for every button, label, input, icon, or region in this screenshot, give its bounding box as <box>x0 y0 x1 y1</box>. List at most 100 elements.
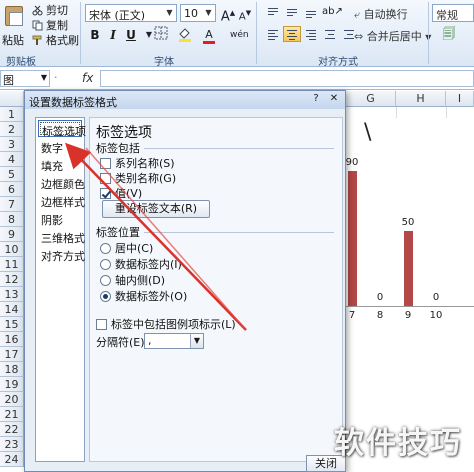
row-header-1[interactable]: 1 <box>0 107 24 122</box>
legend-key-checkbox[interactable]: 标签中包括图例项标示(L) <box>96 316 236 332</box>
nav-3d-format[interactable]: 三维格式 <box>38 228 85 245</box>
chart-data-label[interactable]: 0 <box>421 292 451 303</box>
paste-button[interactable]: 粘贴 <box>2 4 26 48</box>
nav-number[interactable]: 数字 <box>38 138 82 155</box>
chevron-down-icon: ▼ <box>190 334 203 348</box>
align-top-button[interactable] <box>264 4 282 20</box>
row-header-3[interactable]: 3 <box>0 137 24 152</box>
cut-button[interactable]: 剪切 <box>32 2 68 18</box>
column-header-g[interactable]: G <box>346 91 396 107</box>
currency-icon: 🗐 <box>442 27 456 42</box>
orientation-button[interactable]: ab↗ <box>321 4 343 20</box>
position-inside-end-radio[interactable]: 数据标签内(I) <box>100 256 182 272</box>
paint-bucket-icon <box>179 28 191 42</box>
row-header-18[interactable]: 18 <box>0 362 24 377</box>
reset-label-text-button[interactable]: 重设标签文本(R) <box>102 200 210 218</box>
merge-center-button[interactable]: ⇔ 合并后居中 ▼ <box>354 28 431 44</box>
underline-button[interactable]: U <box>122 26 140 44</box>
column-header-h[interactable]: H <box>396 91 446 107</box>
row-header-12[interactable]: 12 <box>0 272 24 287</box>
decrease-indent-button[interactable] <box>321 26 339 42</box>
chart-bar[interactable] <box>348 171 357 306</box>
row-header-15[interactable]: 15 <box>0 317 24 332</box>
row-header-6[interactable]: 6 <box>0 182 24 197</box>
nav-label-options[interactable]: 标签选项 <box>38 120 86 138</box>
dialog-titlebar[interactable]: 设置数据标签格式 ? ✕ <box>25 91 345 109</box>
align-right-button[interactable] <box>302 26 320 42</box>
chart-data-label[interactable]: 50 <box>393 217 423 228</box>
row-header-21[interactable]: 21 <box>0 407 24 422</box>
italic-button[interactable]: I <box>104 26 122 44</box>
row-header-4[interactable]: 4 <box>0 152 24 167</box>
align-middle-button[interactable] <box>283 4 301 20</box>
font-group-label: 字体 <box>154 57 174 68</box>
value-checkbox[interactable]: 值(V) <box>100 185 142 201</box>
alignment-group-label: 对齐方式 <box>318 57 358 68</box>
row-header-11[interactable]: 11 <box>0 257 24 272</box>
row-header-22[interactable]: 22 <box>0 422 24 437</box>
row-header-17[interactable]: 17 <box>0 347 24 362</box>
row-header-14[interactable]: 14 <box>0 302 24 317</box>
clipboard-group-label: 剪贴板 <box>6 57 36 68</box>
format-painter-button[interactable]: 格式刷 <box>32 32 79 48</box>
bold-button[interactable]: B <box>86 26 104 44</box>
row-header-5[interactable]: 5 <box>0 167 24 182</box>
borders-button[interactable] <box>152 26 170 44</box>
font-name-box[interactable]: 宋体 (正文) ▼ <box>85 4 177 22</box>
separator-row: 分隔符(E) <box>96 336 145 349</box>
chevron-down-icon: ▼ <box>205 8 212 17</box>
row-header-8[interactable]: 8 <box>0 212 24 227</box>
copy-button[interactable]: 复制 <box>32 17 68 33</box>
align-bottom-button[interactable] <box>302 4 320 20</box>
chart-data-label[interactable]: 0 <box>365 292 395 303</box>
phonetic-button[interactable]: wén <box>230 26 249 44</box>
currency-button[interactable]: 🗐 <box>440 26 458 44</box>
nav-border-color[interactable]: 边框颜色 <box>38 174 85 191</box>
grow-font-button[interactable]: A▲ <box>219 4 237 24</box>
position-inside-base-radio[interactable]: 轴内侧(D) <box>100 272 165 288</box>
font-size-box[interactable]: 10 ▼ <box>180 4 216 22</box>
column-header-i[interactable]: I <box>446 91 474 107</box>
help-icon[interactable]: ? <box>309 93 323 106</box>
number-format-box[interactable]: 常规 <box>432 4 474 22</box>
close-icon[interactable]: ✕ <box>327 93 341 106</box>
formula-input[interactable] <box>100 70 474 87</box>
fill-color-button[interactable] <box>176 26 194 44</box>
label-contains-section: 标签包括 <box>96 140 334 156</box>
name-box[interactable]: 图 ▼ <box>0 70 50 87</box>
font-color-button[interactable]: A <box>200 26 218 44</box>
name-box-value: 图 <box>3 74 14 87</box>
row-header-16[interactable]: 16 <box>0 332 24 347</box>
row-header-10[interactable]: 10 <box>0 242 24 257</box>
separator-select[interactable]: , ▼ <box>144 333 204 349</box>
nav-shadow[interactable]: 阴影 <box>38 210 82 227</box>
row-header-24[interactable]: 24 <box>0 452 24 467</box>
select-all-corner[interactable] <box>0 91 24 107</box>
row-header-9[interactable]: 9 <box>0 227 24 242</box>
radio <box>100 258 111 270</box>
fx-icon[interactable]: fx <box>82 71 93 85</box>
position-outside-end-radio[interactable]: 数据标签外(O) <box>100 288 187 304</box>
shrink-font-button[interactable]: A▼ <box>236 4 254 22</box>
row-header-19[interactable]: 19 <box>0 377 24 392</box>
align-left-button[interactable] <box>264 26 282 42</box>
row-header-20[interactable]: 20 <box>0 392 24 407</box>
row-header-7[interactable]: 7 <box>0 197 24 212</box>
chart-bar[interactable] <box>404 231 413 306</box>
brush-icon <box>32 35 42 45</box>
nav-fill[interactable]: 填充 <box>38 156 82 173</box>
row-header-13[interactable]: 13 <box>0 287 24 302</box>
position-center-radio[interactable]: 居中(C) <box>100 240 153 256</box>
checkbox <box>100 172 111 184</box>
ribbon: 粘贴 剪切 复制 格式刷 剪贴板 宋体 (正文) ▼ 10 ▼ A▲ A▼ B … <box>0 0 474 68</box>
series-name-checkbox[interactable]: 系列名称(S) <box>100 155 175 171</box>
nav-alignment[interactable]: 对齐方式 <box>38 246 85 263</box>
wrap-text-button[interactable]: ⤶ 自动换行 <box>354 6 408 22</box>
row-header-23[interactable]: 23 <box>0 437 24 452</box>
category-name-checkbox[interactable]: 类别名称(G) <box>100 170 176 186</box>
align-center-button[interactable] <box>283 26 301 42</box>
chart-x-tick-label: 9 <box>404 310 412 321</box>
row-header-2[interactable]: 2 <box>0 122 24 137</box>
nav-border-style[interactable]: 边框样式 <box>38 192 85 209</box>
format-data-labels-dialog: 设置数据标签格式 ? ✕ 标签选项 数字 填充 边框颜色 边框样式 阴影 三维格… <box>24 90 346 472</box>
